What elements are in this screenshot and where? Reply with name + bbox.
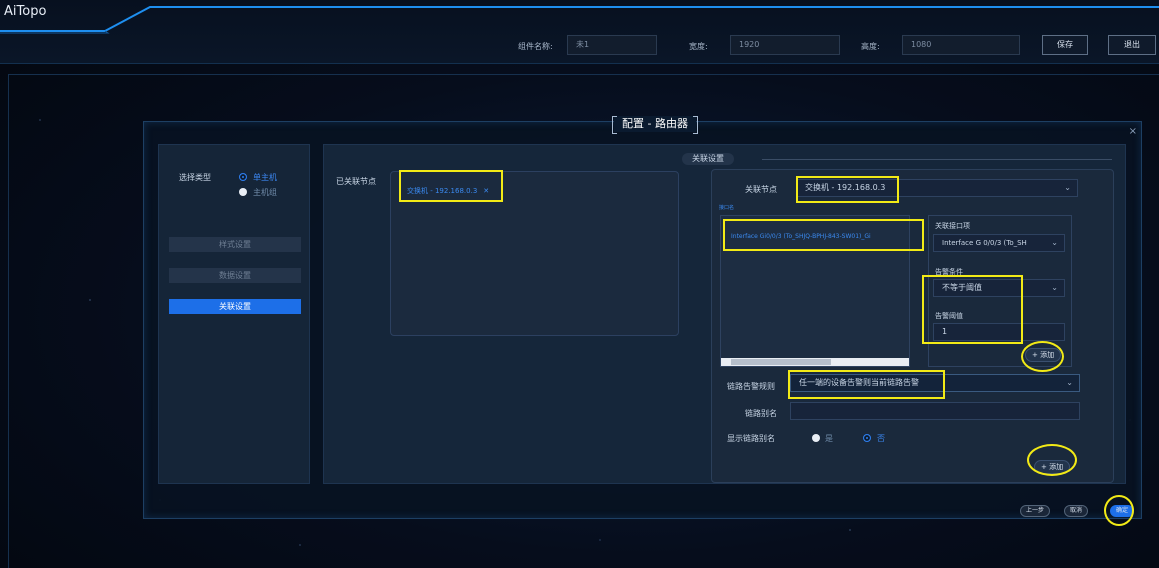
radio-show-alias-yes-label: 是 <box>825 434 833 443</box>
chevron-down-icon: ⌄ <box>1064 183 1071 192</box>
section-divider <box>762 159 1112 160</box>
assoc-interface-label: 关联接口项 <box>935 222 970 230</box>
prev-step-button[interactable]: 上一步 <box>1020 505 1051 517</box>
link-alias-input[interactable] <box>790 402 1080 420</box>
menu-association-settings[interactable]: 关联设置 <box>169 299 301 314</box>
radio-host-group[interactable] <box>239 188 247 196</box>
type-label: 选择类型 <box>179 173 211 182</box>
association-form-panel: 关联节点 交换机 - 192.168.0.3 ⌄ 接口名 Interface G… <box>711 169 1114 483</box>
exit-button[interactable]: 退出 <box>1108 35 1156 55</box>
radio-show-alias-yes[interactable] <box>812 434 820 442</box>
assoc-interface-select[interactable]: Interface G 0/0/3 (To_SH ⌄ <box>933 234 1065 252</box>
chevron-down-icon: ⌄ <box>1051 283 1058 292</box>
close-icon[interactable]: × <box>1129 126 1137 137</box>
highlight-node-select <box>796 176 899 203</box>
topbar-decor-line <box>0 6 1159 34</box>
menu-data-settings[interactable]: 数据设置 <box>169 268 301 283</box>
radio-single-host-label: 单主机 <box>253 173 277 182</box>
highlight-associated-tag <box>399 170 503 202</box>
chevron-down-icon: ⌄ <box>1066 378 1073 387</box>
highlight-alarm-condition <box>922 275 1023 344</box>
link-alias-label: 链路别名 <box>745 409 777 418</box>
link-alarm-rule-label: 链路告警规则 <box>727 382 775 391</box>
config-dialog: 配置 - 路由器 × 选择类型 单主机 主机组 样式设置 数据设置 关联设置 已… <box>143 116 1142 526</box>
radio-host-group-label: 主机组 <box>253 188 277 197</box>
node-label: 关联节点 <box>745 185 777 194</box>
width-label: 宽度: <box>689 42 708 51</box>
width-input[interactable]: 1920 <box>730 35 840 55</box>
scrollbar-thumb[interactable] <box>731 359 831 365</box>
radio-single-host[interactable] <box>239 173 247 181</box>
highlight-add-rule <box>1027 444 1077 476</box>
associated-nodes-label: 已关联节点 <box>336 177 376 186</box>
highlight-confirm <box>1104 495 1134 526</box>
highlight-rule-select <box>788 370 945 399</box>
show-alias-label: 显示链路别名 <box>727 434 775 443</box>
horizontal-scrollbar[interactable] <box>721 358 909 366</box>
highlight-add-alarm <box>1021 341 1064 372</box>
highlight-interface-item <box>723 219 924 251</box>
save-button[interactable]: 保存 <box>1042 35 1088 55</box>
app-logo: AiTopo <box>4 4 47 19</box>
settings-sidebar: 选择类型 单主机 主机组 样式设置 数据设置 关联设置 <box>158 144 310 484</box>
top-bar: AiTopo 组件名称: 未1 宽度: 1920 高度: 1080 保存 退出 <box>0 0 1159 64</box>
section-title: 关联设置 <box>682 153 734 165</box>
component-name-input[interactable]: 未1 <box>567 35 657 55</box>
assoc-interface-value: Interface G 0/0/3 (To_SH <box>942 239 1027 247</box>
dialog-title: 配置 - 路由器 <box>612 116 698 134</box>
menu-style-settings[interactable]: 样式设置 <box>169 237 301 252</box>
component-name-label: 组件名称: <box>518 42 553 51</box>
height-label: 高度: <box>861 42 880 51</box>
cancel-button[interactable]: 取消 <box>1064 505 1089 517</box>
interface-list-title: 接口名 <box>719 205 735 211</box>
height-input[interactable]: 1080 <box>902 35 1020 55</box>
radio-show-alias-no-label: 否 <box>877 434 885 443</box>
chevron-down-icon: ⌄ <box>1051 238 1058 247</box>
association-main-panel: 已关联节点 交换机 - 192.168.0.3 ✕ 关联设置 关联节点 交换机 -… <box>323 144 1126 484</box>
radio-show-alias-no[interactable] <box>863 434 871 442</box>
